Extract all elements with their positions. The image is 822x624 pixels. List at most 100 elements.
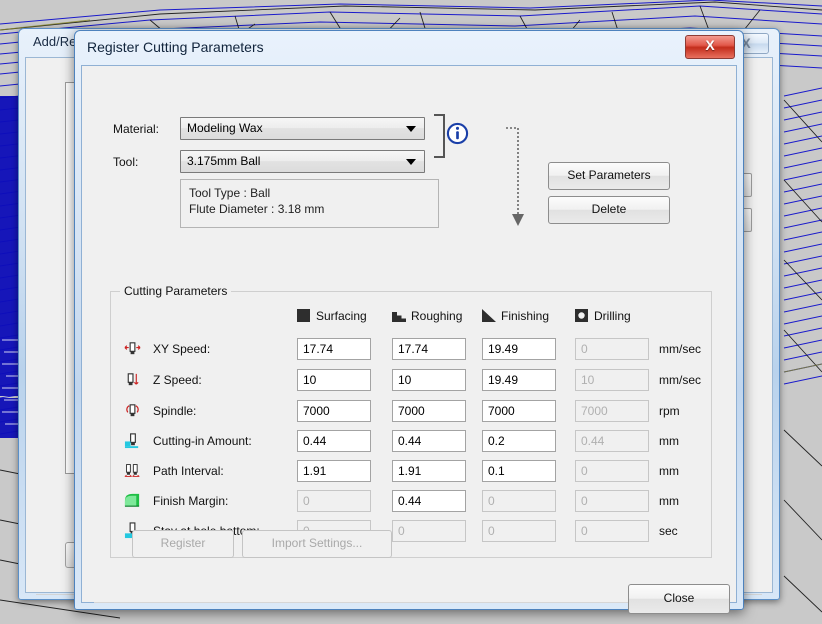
value: 19.49 — [488, 373, 519, 387]
finish-margin-icon — [124, 493, 140, 507]
value: 0 — [303, 494, 310, 508]
input-spindle-drilling: 7000 — [575, 400, 649, 422]
unit-xy-speed: mm/sec — [659, 342, 701, 356]
value: 0 — [581, 464, 588, 478]
xy-speed-icon — [124, 342, 141, 355]
column-header-finishing: Finishing — [501, 309, 550, 323]
input-z-speed-surfacing[interactable]: 10 — [297, 369, 371, 391]
value: 0 — [488, 494, 495, 508]
value: 19.49 — [488, 342, 519, 356]
input-finish-margin-surfacing: 0 — [297, 490, 371, 512]
input-spindle-finishing[interactable]: 7000 — [482, 400, 556, 422]
path-interval-icon — [124, 464, 140, 477]
input-xy-speed-roughing[interactable]: 17.74 — [392, 338, 466, 360]
spindle-icon — [126, 404, 139, 417]
input-path-interval-roughing[interactable]: 1.91 — [392, 460, 466, 482]
column-header-roughing: Roughing — [411, 309, 463, 323]
tool-info-box: Tool Type : Ball Flute Diameter : 3.18 m… — [180, 179, 439, 228]
value: 0 — [398, 524, 405, 538]
unit-spindle: rpm — [659, 404, 680, 418]
row-label-xy-speed: XY Speed: — [153, 342, 211, 356]
value: 1.91 — [303, 464, 327, 478]
value: 7000 — [488, 404, 515, 418]
staircase-icon — [392, 312, 406, 322]
column-header-drilling: Drilling — [594, 309, 631, 323]
input-finish-margin-finishing: 0 — [482, 490, 556, 512]
dialog-title: Register Cutting Parameters — [87, 39, 264, 55]
value: 7000 — [581, 404, 608, 418]
value: 10 — [398, 373, 412, 387]
register-cutting-parameters-dialog[interactable]: Register Cutting Parameters X Material: … — [74, 30, 744, 614]
row-label-z-speed: Z Speed: — [153, 373, 202, 387]
input-z-speed-roughing[interactable]: 10 — [392, 369, 466, 391]
z-speed-icon — [127, 373, 139, 386]
dialog-client-area: Material: Modeling Wax Tool: 3.175mm Bal… — [81, 65, 737, 614]
tool-combobox[interactable]: 3.175mm Ball — [180, 150, 425, 173]
unit-path-interval: mm — [659, 464, 679, 478]
filled-square-icon — [297, 309, 310, 322]
input-cutting-in-amount-drilling: 0.44 — [575, 430, 649, 452]
row-label-cutting-in-amount: Cutting-in Amount: — [153, 434, 252, 448]
value: 1.91 — [398, 464, 422, 478]
input-stay-at-hole-bottom-roughing: 0 — [392, 520, 466, 542]
value: 0 — [581, 524, 588, 538]
material-label: Material: — [113, 122, 160, 136]
value: 0.44 — [581, 434, 605, 448]
material-combobox[interactable]: Modeling Wax — [180, 117, 425, 140]
close-icon: X — [705, 37, 715, 53]
value: 7000 — [303, 404, 330, 418]
input-path-interval-surfacing[interactable]: 1.91 — [297, 460, 371, 482]
value: 17.74 — [303, 342, 334, 356]
info-icon[interactable] — [446, 122, 469, 145]
cutting-parameters-group-title: Cutting Parameters — [120, 284, 232, 298]
input-stay-at-hole-bottom-finishing: 0 — [482, 520, 556, 542]
row-label-finish-margin: Finish Margin: — [153, 494, 229, 508]
cutting-parameters-group: Cutting Parameters Surfacing Roughing Fi… — [110, 284, 712, 558]
value: 10 — [581, 373, 595, 387]
set-parameters-button[interactable]: Set Parameters — [548, 162, 670, 190]
input-xy-speed-surfacing[interactable]: 17.74 — [297, 338, 371, 360]
unit-stay-at-hole-bottom: sec — [659, 524, 678, 538]
value: 0.44 — [398, 434, 422, 448]
input-spindle-surfacing[interactable]: 7000 — [297, 400, 371, 422]
grouping-bracket — [434, 114, 445, 158]
unit-finish-margin: mm — [659, 494, 679, 508]
input-spindle-roughing[interactable]: 7000 — [392, 400, 466, 422]
input-path-interval-drilling: 0 — [575, 460, 649, 482]
dialog-close-button[interactable]: X — [685, 35, 735, 59]
register-button[interactable]: Register — [132, 530, 234, 558]
value: 0.2 — [488, 434, 505, 448]
background-window-title: Add/Re — [33, 34, 77, 49]
close-button[interactable]: Close — [628, 584, 730, 614]
value: 0.44 — [398, 494, 422, 508]
input-finish-margin-roughing[interactable]: 0.44 — [392, 490, 466, 512]
value: 10 — [303, 373, 317, 387]
material-value: Modeling Wax — [187, 121, 263, 135]
input-finish-margin-drilling: 0 — [575, 490, 649, 512]
drill-hole-icon — [575, 309, 588, 322]
input-cutting-in-amount-finishing[interactable]: 0.2 — [482, 430, 556, 452]
value: 0 — [581, 342, 588, 356]
dialog-titlebar[interactable]: Register Cutting Parameters X — [75, 31, 743, 65]
input-stay-at-hole-bottom-drilling: 0 — [575, 520, 649, 542]
input-cutting-in-amount-roughing[interactable]: 0.44 — [392, 430, 466, 452]
input-cutting-in-amount-surfacing[interactable]: 0.44 — [297, 430, 371, 452]
input-xy-speed-finishing[interactable]: 19.49 — [482, 338, 556, 360]
chevron-down-icon — [406, 159, 416, 165]
unit-cutting-in-amount: mm — [659, 434, 679, 448]
value: 0.1 — [488, 464, 505, 478]
import-settings-button[interactable]: Import Settings... — [242, 530, 392, 558]
delete-button[interactable]: Delete — [548, 196, 670, 224]
cutting-in-amount-icon — [124, 433, 139, 449]
value: 0 — [581, 494, 588, 508]
row-label-spindle: Spindle: — [153, 404, 197, 418]
flute-diameter-text: Flute Diameter : 3.18 mm — [189, 202, 325, 216]
unit-z-speed: mm/sec — [659, 373, 701, 387]
chevron-down-icon — [406, 126, 416, 132]
input-xy-speed-drilling: 0 — [575, 338, 649, 360]
column-header-surfacing: Surfacing — [316, 309, 367, 323]
input-path-interval-finishing[interactable]: 0.1 — [482, 460, 556, 482]
input-z-speed-finishing[interactable]: 19.49 — [482, 369, 556, 391]
value: 0 — [488, 524, 495, 538]
value: 7000 — [398, 404, 425, 418]
